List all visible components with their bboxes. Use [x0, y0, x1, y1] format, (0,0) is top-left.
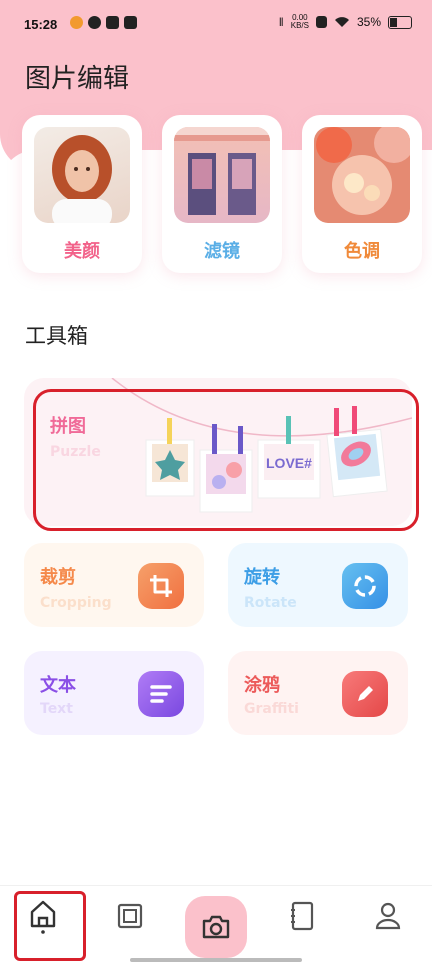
nav-home[interactable]: [13, 886, 73, 946]
graffiti-card[interactable]: 涂鸦 Graffiti: [228, 651, 408, 735]
filter-label: 滤镜: [204, 241, 240, 262]
sim-icon: [315, 16, 327, 28]
net-speed-unit: KB/S: [290, 21, 309, 30]
text-card[interactable]: 文本 Text: [24, 651, 204, 735]
battery-icon: [388, 15, 412, 29]
page-title: 图片编辑: [25, 64, 130, 94]
bottom-navigation: [0, 885, 432, 965]
nav-gallery[interactable]: [100, 886, 160, 946]
graffiti-subtitle: Graffiti: [244, 701, 299, 717]
camera-icon: [202, 915, 230, 939]
crop-card[interactable]: 裁剪 Cropping: [24, 543, 204, 627]
gallery-icon: [117, 903, 143, 929]
beauty-label: 美颜: [64, 241, 100, 262]
tiktok-icon: [124, 16, 137, 29]
sync-icon: [88, 16, 101, 29]
home-icon: [30, 900, 56, 934]
grid-app-icon: [106, 16, 119, 29]
rotate-title: 旋转: [244, 567, 280, 588]
weibo-icon: [70, 16, 83, 29]
tone-thumbnail: [314, 127, 410, 223]
filter-card[interactable]: 滤镜: [162, 115, 282, 273]
nav-notebook[interactable]: [272, 886, 332, 946]
feature-cards: 美颜 滤镜 色调: [22, 115, 422, 275]
crop-subtitle: Cropping: [40, 595, 112, 611]
puzzle-subtitle: Puzzle: [50, 444, 101, 460]
filter-thumbnail: [174, 127, 270, 223]
home-indicator[interactable]: [130, 958, 302, 962]
graffiti-title: 涂鸦: [244, 675, 280, 696]
tone-card[interactable]: 色调: [302, 115, 422, 273]
crop-title: 裁剪: [40, 567, 76, 588]
profile-icon: [375, 902, 401, 930]
rotate-card[interactable]: 旋转 Rotate: [228, 543, 408, 627]
camera-button[interactable]: [185, 896, 247, 958]
wifi-icon: [334, 17, 349, 27]
rotate-subtitle: Rotate: [244, 595, 297, 611]
battery-percent: 35%: [356, 15, 381, 29]
text-title: 文本: [40, 675, 76, 696]
text-subtitle: Text: [40, 701, 73, 717]
toolbox-title: 工具箱: [25, 324, 88, 348]
notebook-icon: [291, 901, 314, 931]
love-sticker-text: LOVE#: [266, 455, 312, 471]
puzzle-title: 拼图: [50, 416, 86, 437]
nav-profile[interactable]: [358, 886, 418, 946]
puzzle-card[interactable]: LOVE# 拼图 Puzzle: [24, 378, 412, 526]
notification-icons: [70, 16, 137, 29]
vibrate-icon: ‖: [278, 15, 284, 29]
tone-label: 色调: [344, 241, 380, 262]
status-bar: 15:28 ‖ 0.00 KB/S 35%: [0, 0, 432, 50]
net-speed: 0.00 KB/S: [291, 14, 309, 30]
crop-icon: [138, 563, 184, 609]
pencil-icon: [342, 671, 388, 717]
rotate-icon: [342, 563, 388, 609]
beauty-card[interactable]: 美颜: [22, 115, 142, 273]
text-icon: [138, 671, 184, 717]
beauty-thumbnail: [34, 127, 130, 223]
status-time: 15:28: [24, 17, 58, 32]
status-right: ‖ 0.00 KB/S 35%: [279, 14, 412, 30]
